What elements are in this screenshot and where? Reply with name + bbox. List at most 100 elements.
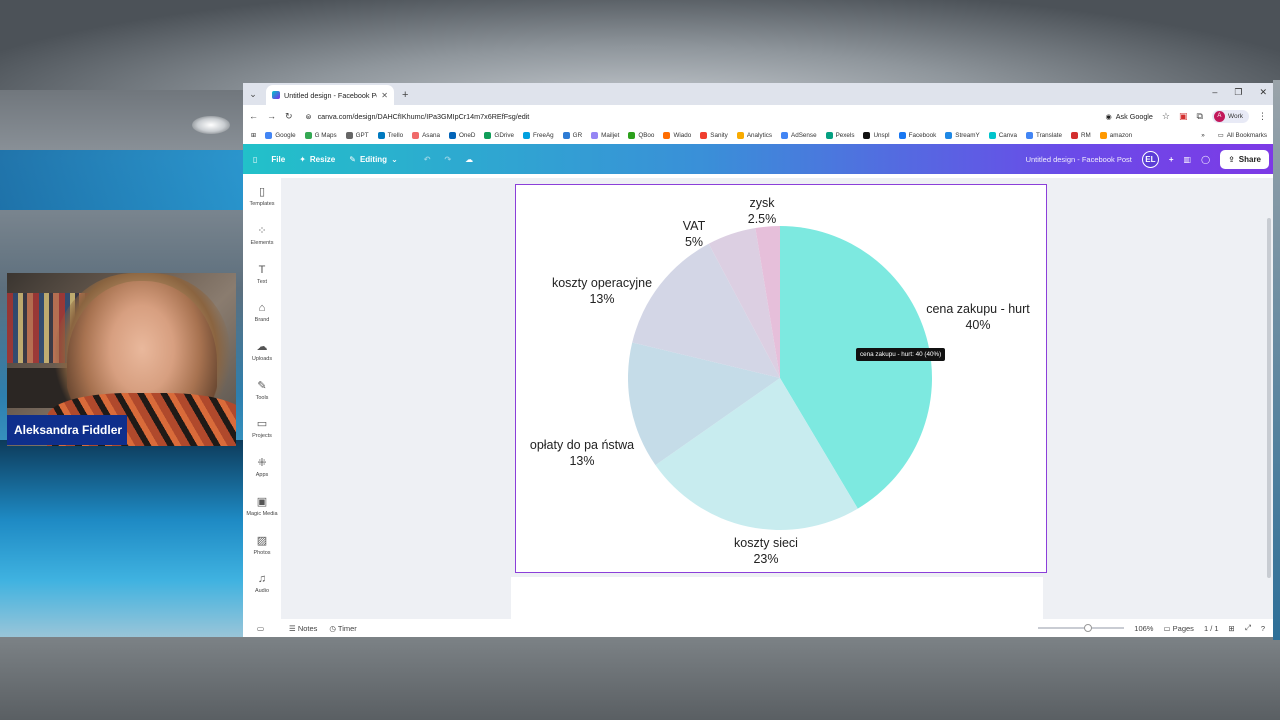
- zoom-slider-knob[interactable]: [1084, 624, 1093, 632]
- close-tab-icon[interactable]: ✕: [381, 91, 388, 100]
- site-info-icon[interactable]: ⊜: [306, 112, 312, 121]
- sidebar-item-projects[interactable]: ▭ Projects: [243, 410, 281, 449]
- tab-title: Untitled design - Facebook Pos: [284, 90, 378, 100]
- bookmark-favicon-icon: [591, 132, 599, 139]
- pages-label: Pages: [1172, 623, 1194, 633]
- fullscreen-icon[interactable]: ⤢: [1245, 623, 1251, 633]
- bookmark-item[interactable]: Facebook: [898, 132, 936, 139]
- editing-mode-dropdown[interactable]: ✎ Editing ⌄: [349, 155, 398, 164]
- upload-icon: ⇪: [1228, 154, 1235, 164]
- bookmark-item[interactable]: OneD: [448, 132, 475, 139]
- browser-menu-icon[interactable]: ⋮: [1258, 111, 1267, 122]
- undo-icon[interactable]: ↶: [424, 155, 431, 164]
- back-icon[interactable]: ←: [249, 111, 258, 121]
- bookmark-label: FreeAg: [533, 132, 554, 139]
- notes-label: Notes: [297, 623, 318, 633]
- sidebar-item-magic-media[interactable]: ▣ Magic Media: [243, 488, 281, 527]
- help-icon[interactable]: ?: [1261, 624, 1265, 633]
- bookmark-item[interactable]: StreamY: [945, 132, 980, 139]
- apps-grid-icon[interactable]: ⊞: [251, 132, 256, 139]
- minimize-icon[interactable]: –: [1212, 87, 1217, 98]
- resize-button[interactable]: ✦ Resize: [299, 155, 335, 164]
- zoom-slider[interactable]: [1038, 624, 1125, 632]
- profile-button[interactable]: A Work: [1211, 109, 1249, 123]
- bookmark-item[interactable]: G Maps: [304, 132, 337, 139]
- cloud-saved-icon[interactable]: ☁: [465, 155, 473, 164]
- insights-icon[interactable]: ▥: [1184, 155, 1192, 164]
- design-title[interactable]: Untitled design - Facebook Post: [1026, 155, 1132, 164]
- extension-icon[interactable]: ▣: [1179, 111, 1188, 122]
- bookmark-item[interactable]: GPT: [345, 132, 369, 139]
- restore-icon[interactable]: ❐: [1234, 87, 1242, 98]
- bookmark-label: amazon: [1109, 132, 1133, 139]
- canvas-area: cena zakupu - hurt 40% koszty sieci 23% opła…: [281, 178, 1273, 619]
- vertical-scrollbar[interactable]: [1267, 218, 1271, 578]
- sidebar-item-apps[interactable]: ⁜ Apps: [243, 449, 281, 488]
- bookmark-item[interactable]: Asana: [412, 132, 440, 139]
- all-bookmarks[interactable]: » ▭ All Bookmarks: [1197, 127, 1267, 144]
- bookmark-item[interactable]: Google: [265, 132, 296, 139]
- bookmark-item[interactable]: Trello: [377, 132, 403, 139]
- close-window-icon[interactable]: ✕: [1259, 87, 1267, 98]
- forward-icon[interactable]: →: [267, 111, 276, 121]
- bookmark-item[interactable]: Analytics: [736, 132, 772, 139]
- bookmarks-bar: ⊞ Google G Maps GPT Trello Asana OneD GDrive Fr…: [243, 127, 1273, 144]
- bookmark-item[interactable]: Wiado: [663, 132, 691, 139]
- bookmark-item[interactable]: amazon: [1099, 132, 1133, 139]
- notes-button[interactable]: ☰ Notes: [289, 624, 317, 633]
- bookmark-item[interactable]: AdSense: [781, 132, 817, 139]
- hide-panel-icon[interactable]: ▭: [257, 624, 264, 633]
- bookmarks-more-icon[interactable]: »: [1201, 132, 1205, 139]
- pages-icon: ▭: [1163, 623, 1173, 633]
- bookmark-item[interactable]: Sanity: [700, 132, 728, 139]
- bookmark-item[interactable]: QBoo: [628, 132, 654, 139]
- sidebar-item-photos[interactable]: ▨ Photos: [243, 526, 281, 565]
- bookmark-star-icon[interactable]: ☆: [1162, 111, 1170, 122]
- bookmark-favicon-icon: [863, 132, 871, 139]
- next-page-preview[interactable]: [511, 577, 1043, 619]
- bookmark-item[interactable]: Translate: [1025, 132, 1062, 139]
- timer-button[interactable]: ◷ Timer: [329, 624, 356, 633]
- bookmark-favicon-icon: [1025, 132, 1033, 139]
- bookmark-label: Sanity: [710, 132, 728, 139]
- bookmark-item[interactable]: Canva: [988, 132, 1017, 139]
- sidebar-item-audio[interactable]: ♫ Audio: [243, 565, 281, 604]
- tab-search-icon[interactable]: ⌄: [243, 83, 263, 105]
- grid-view-icon[interactable]: ⊞: [1229, 624, 1235, 633]
- user-avatar[interactable]: EL: [1141, 150, 1159, 168]
- bookmark-label: GPT: [355, 132, 369, 139]
- new-tab-icon[interactable]: +: [402, 85, 408, 105]
- resize-label: Resize: [309, 154, 336, 164]
- sidebar-item-tools[interactable]: ✎ Tools: [243, 371, 281, 410]
- design-page[interactable]: cena zakupu - hurt 40% koszty sieci 23% opła…: [515, 184, 1047, 573]
- bookmark-favicon-icon: [988, 132, 996, 139]
- share-button[interactable]: ⇪ Share: [1220, 149, 1269, 169]
- reload-icon[interactable]: ↻: [285, 111, 293, 122]
- active-tab[interactable]: Untitled design - Facebook Pos ✕: [266, 85, 394, 105]
- sidebar-item-templates[interactable]: ▯ Templates: [243, 178, 281, 217]
- sidebar-item-uploads[interactable]: ☁ Uploads: [243, 333, 281, 372]
- bookmark-item[interactable]: GDrive: [484, 132, 514, 139]
- bookmark-item[interactable]: Unspl: [863, 132, 890, 139]
- file-menu[interactable]: File: [271, 155, 285, 164]
- all-bookmarks-label: All Bookmarks: [1226, 132, 1267, 139]
- bookmark-item[interactable]: RM: [1070, 132, 1091, 139]
- comment-icon[interactable]: ◯: [1201, 155, 1210, 164]
- pages-button[interactable]: ▭ Pages: [1163, 624, 1193, 633]
- add-collaborator-icon[interactable]: +: [1169, 155, 1174, 164]
- zoom-level[interactable]: 106%: [1134, 624, 1153, 633]
- url-field[interactable]: ⊜ canva.com/design/DAHCfIKhumc/IPa3GMIpC…: [302, 108, 1097, 124]
- sidebar-item-brand[interactable]: ⌂ Brand: [243, 294, 281, 333]
- ask-google-button[interactable]: ◉ Ask Google: [1105, 112, 1152, 121]
- sidebar-item-text[interactable]: T Text: [243, 255, 281, 294]
- bookmark-favicon-icon: [736, 132, 744, 139]
- extensions-puzzle-icon[interactable]: ⧉: [1197, 111, 1203, 122]
- bookmark-item[interactable]: FreeAg: [523, 132, 554, 139]
- sidebar-item-elements[interactable]: ⁘ Elements: [243, 217, 281, 256]
- redo-icon[interactable]: ↷: [444, 155, 451, 164]
- pie-chart[interactable]: [516, 185, 1046, 572]
- bookmark-item[interactable]: Pexels: [825, 132, 854, 139]
- bookmark-item[interactable]: GR: [562, 132, 582, 139]
- sidebar-toggle-icon[interactable]: ▯: [253, 155, 257, 164]
- bookmark-item[interactable]: Mailjet: [591, 132, 619, 139]
